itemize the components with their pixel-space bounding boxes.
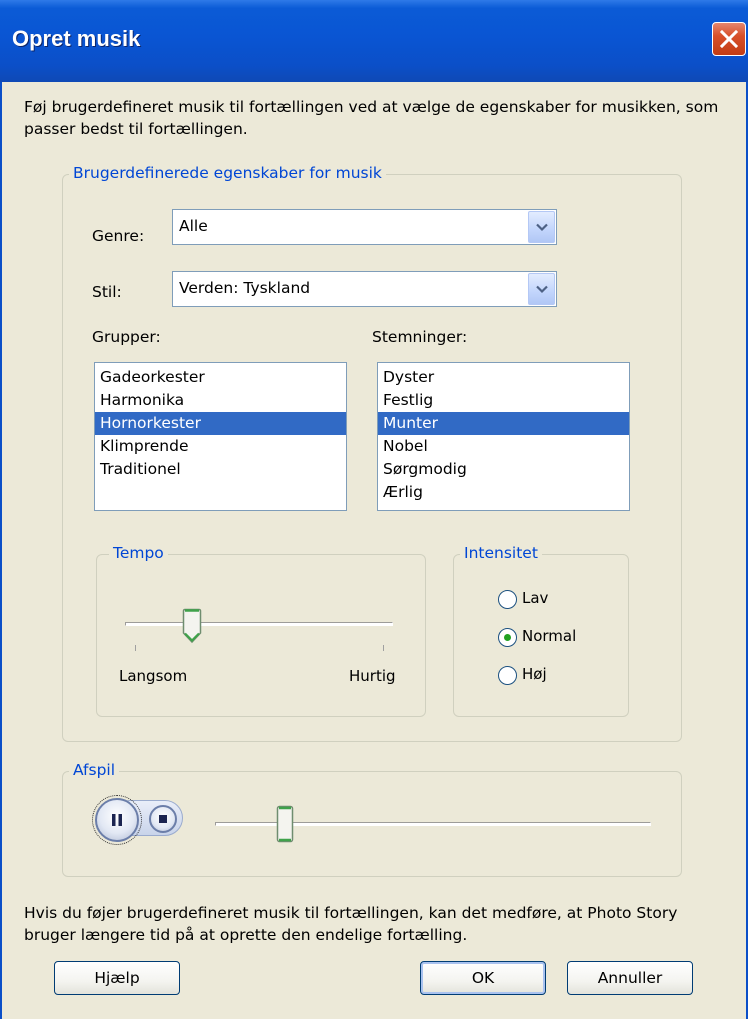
radio-normal[interactable]	[498, 628, 517, 647]
radio-lav-label[interactable]: Lav	[522, 589, 548, 607]
list-item[interactable]: Ærlig	[378, 481, 629, 504]
tempo-tick-min	[135, 645, 136, 651]
genre-dropdown-button[interactable]	[528, 211, 555, 243]
tempo-slider-track[interactable]	[125, 622, 393, 626]
list-item[interactable]: Traditionel	[95, 458, 346, 481]
title-bar[interactable]: Opret musik	[0, 0, 748, 82]
pause-button[interactable]	[92, 795, 142, 845]
radio-normal-label[interactable]: Normal	[522, 627, 576, 645]
playback-group: Afspil	[62, 761, 682, 877]
help-button[interactable]: Hjælp	[54, 961, 180, 995]
list-item[interactable]: Dyster	[378, 366, 629, 389]
stop-icon	[159, 815, 167, 823]
list-item-selected[interactable]: Munter	[378, 412, 629, 435]
style-label: Stil:	[92, 283, 122, 301]
tempo-group: Tempo Langsom Hurtig	[96, 544, 426, 717]
playback-slider-thumb[interactable]	[276, 805, 294, 843]
chevron-down-icon	[536, 285, 548, 294]
list-item[interactable]: Harmonika	[95, 389, 346, 412]
stop-button[interactable]	[149, 805, 177, 833]
window-title: Opret musik	[12, 26, 141, 51]
tempo-max-label: Hurtig	[349, 667, 396, 685]
close-icon	[720, 30, 738, 48]
properties-group-legend: Brugerdefinerede egenskaber for musik	[69, 164, 386, 182]
intro-text: Føj brugerdefineret musik til fortælling…	[24, 98, 719, 138]
genre-value: Alle	[179, 217, 208, 235]
radio-lav[interactable]	[498, 590, 517, 609]
list-item-selected[interactable]: Hornorkester	[95, 412, 346, 435]
list-item[interactable]: Klimprende	[95, 435, 346, 458]
radio-hoj[interactable]	[498, 666, 517, 685]
chevron-down-icon	[536, 223, 548, 232]
footer-text: Hvis du føjer brugerdefineret musik til …	[24, 904, 678, 944]
genre-dropdown[interactable]: Alle	[172, 209, 557, 245]
style-dropdown-button[interactable]	[528, 273, 555, 305]
close-button[interactable]	[712, 22, 746, 56]
pause-icon	[112, 814, 122, 826]
list-item[interactable]: Nobel	[378, 435, 629, 458]
list-item[interactable]: Gadeorkester	[95, 366, 346, 389]
intensity-group: Intensitet Lav Normal Høj	[453, 544, 629, 717]
moods-listbox[interactable]: Dyster Festlig Munter Nobel Sørgmodig Ær…	[377, 362, 630, 511]
style-dropdown[interactable]: Verden: Tyskland	[172, 271, 557, 307]
tempo-group-legend: Tempo	[109, 544, 168, 562]
style-value: Verden: Tyskland	[179, 279, 311, 297]
tempo-slider-thumb[interactable]	[182, 608, 202, 644]
genre-label: Genre:	[92, 227, 145, 245]
tempo-min-label: Langsom	[119, 667, 188, 685]
tempo-tick-max	[383, 645, 384, 651]
playback-group-legend: Afspil	[69, 761, 120, 779]
cancel-button[interactable]: Annuller	[567, 961, 693, 995]
dialog-window: Opret musik Føj brugerdefineret musik ti…	[0, 0, 748, 1019]
groups-listbox[interactable]: Gadeorkester Harmonika Hornorkester Klim…	[94, 362, 347, 511]
dialog-body: Føj brugerdefineret musik til fortælling…	[0, 82, 748, 1019]
radio-selected-dot	[504, 634, 511, 641]
ok-button[interactable]: OK	[420, 961, 546, 995]
moods-label: Stemninger:	[372, 328, 468, 346]
list-item[interactable]: Festlig	[378, 389, 629, 412]
groups-label: Grupper:	[92, 328, 161, 346]
list-item[interactable]: Sørgmodig	[378, 458, 629, 481]
radio-hoj-label[interactable]: Høj	[522, 665, 547, 683]
intensity-group-legend: Intensitet	[460, 544, 542, 562]
